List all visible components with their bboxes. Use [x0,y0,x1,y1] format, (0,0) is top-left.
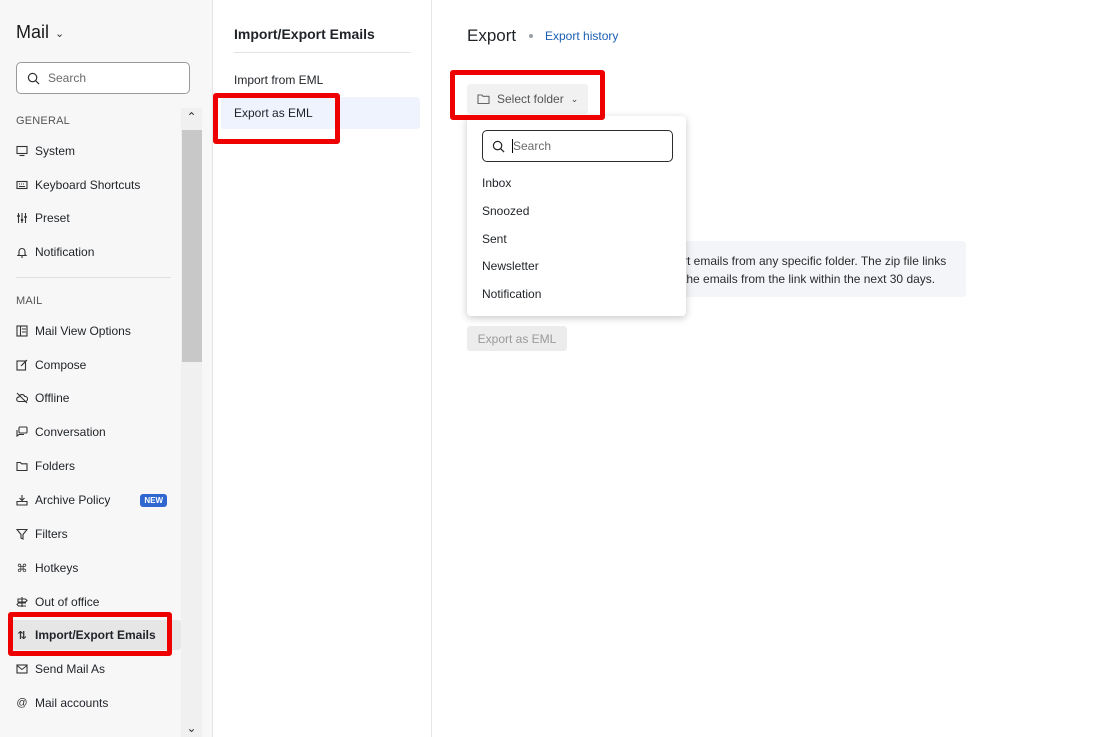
page-title: Export [467,26,517,45]
app-switcher[interactable]: Mail ⌄ [16,22,64,43]
sidebar-search-input[interactable] [48,71,178,85]
at-icon: @ [16,697,28,709]
select-folder-label: Select folder [497,92,564,106]
folder-option-sent[interactable]: Sent [482,232,507,246]
nav-item-label: Mail View Options [35,324,131,338]
nav-item-preset[interactable]: Preset [8,203,181,233]
nav-item-label: Send Mail As [35,662,106,676]
nav-item-send-mail-as[interactable]: Send Mail As [8,654,181,684]
archive-icon [16,494,28,506]
chevron-down-icon: ⌄ [55,28,65,40]
swap-icon: ⇅ [17,629,27,642]
info-text-line: rt emails from any specific folder. The … [683,254,947,268]
export-as-eml-button[interactable]: Export as EML [467,326,567,351]
sliders-icon [16,212,28,224]
nav-item-conversation[interactable]: Conversation [8,417,181,447]
scroll-up-icon[interactable]: ⌃ [181,108,202,126]
select-folder-button[interactable]: Select folder ⌄ [467,84,589,114]
nav-item-label: Import/Export Emails [35,628,156,642]
nav-item-archive-policy[interactable]: Archive Policy NEW [8,485,181,515]
panel-title: Import/Export Emails [234,26,375,42]
monitor-icon [16,145,28,157]
folder-search[interactable] [482,130,673,162]
search-icon [492,140,505,152]
filter-icon [16,528,28,540]
edit-icon [16,359,28,371]
new-badge: NEW [140,493,167,507]
nav-item-offline[interactable]: Offline [8,383,181,413]
info-text-line: the emails from the link within the next… [683,272,936,286]
folder-option-snoozed[interactable]: Snoozed [482,204,529,218]
search-icon [27,72,40,84]
chevron-down-icon: ⌄ [570,93,579,104]
command-icon: ⌘ [16,562,28,575]
keyboard-icon [16,179,28,191]
folder-dropdown: Inbox Snoozed Sent Newsletter Notificati… [467,116,686,316]
nav-item-label: Preset [35,211,70,225]
nav-item-mail-accounts[interactable]: @ Mail accounts [8,688,181,718]
nav-item-label: Notification [35,245,95,259]
nav-item-compose[interactable]: Compose [8,350,181,380]
folder-icon [16,460,28,472]
nav-item-system[interactable]: System [8,136,181,166]
layout-icon [16,325,28,337]
export-history-link[interactable]: Export history [545,29,618,43]
nav-item-keyboard-shortcuts[interactable]: Keyboard Shortcuts [8,170,181,200]
nav-item-notification[interactable]: Notification [8,237,181,267]
cloud-off-icon [16,392,28,404]
send-as-icon [16,663,28,675]
section-divider [16,277,171,278]
import-from-eml-item[interactable]: Import from EML [221,64,420,96]
nav-item-label: Conversation [35,425,106,439]
nav-item-hotkeys[interactable]: ⌘ Hotkeys [8,553,181,583]
nav-item-label: Hotkeys [35,561,79,575]
sidebar-scrollbar[interactable]: ⌃ ⌄ [181,108,202,737]
chat-icon [16,426,28,438]
settings-sidebar: Mail ⌄ GENERAL System Keyboard Shortcuts… [0,0,213,737]
sidebar-search[interactable] [16,62,190,94]
folder-search-input[interactable] [513,139,663,153]
nav-item-label: Folders [35,459,76,473]
nav-item-label: Compose [35,358,87,372]
nav-item-filters[interactable]: Filters [8,519,181,549]
nav-item-label: Offline [35,391,70,405]
nav-item-label: Mail accounts [35,696,109,710]
scroll-down-icon[interactable]: ⌄ [181,719,202,737]
nav-item-mail-view-options[interactable]: Mail View Options [8,316,181,346]
scrollbar-thumb[interactable] [182,130,202,362]
text-cursor [512,139,513,153]
app-title: Mail [16,22,50,42]
import-export-panel: Import/Export Emails Import from EML Exp… [213,0,432,737]
nav-item-label: System [35,144,76,158]
signpost-icon [16,596,28,608]
settings-nav: GENERAL System Keyboard Shortcuts Preset… [0,108,181,737]
nav-item-import-export-emails[interactable]: ⇅ Import/Export Emails [8,620,181,650]
nav-item-label: Filters [35,527,68,541]
folder-option-notification[interactable]: Notification [482,287,541,301]
section-label-mail: MAIL [16,295,43,307]
nav-item-folders[interactable]: Folders [8,451,181,481]
folder-icon [477,94,490,105]
separator-dot [529,34,533,38]
bell-icon [16,246,28,258]
nav-item-out-of-office[interactable]: Out of office [8,587,181,617]
nav-item-label: Out of office [35,595,100,609]
folder-option-newsletter[interactable]: Newsletter [482,259,539,273]
nav-item-label: Keyboard Shortcuts [35,178,141,192]
export-main: Export Export history Select folder ⌄ rt… [433,0,1105,737]
folder-option-inbox[interactable]: Inbox [482,176,511,190]
export-as-eml-item[interactable]: Export as EML [221,97,420,129]
nav-item-label: Archive Policy [35,493,111,507]
section-label-general: GENERAL [16,115,70,127]
panel-divider [234,52,411,53]
